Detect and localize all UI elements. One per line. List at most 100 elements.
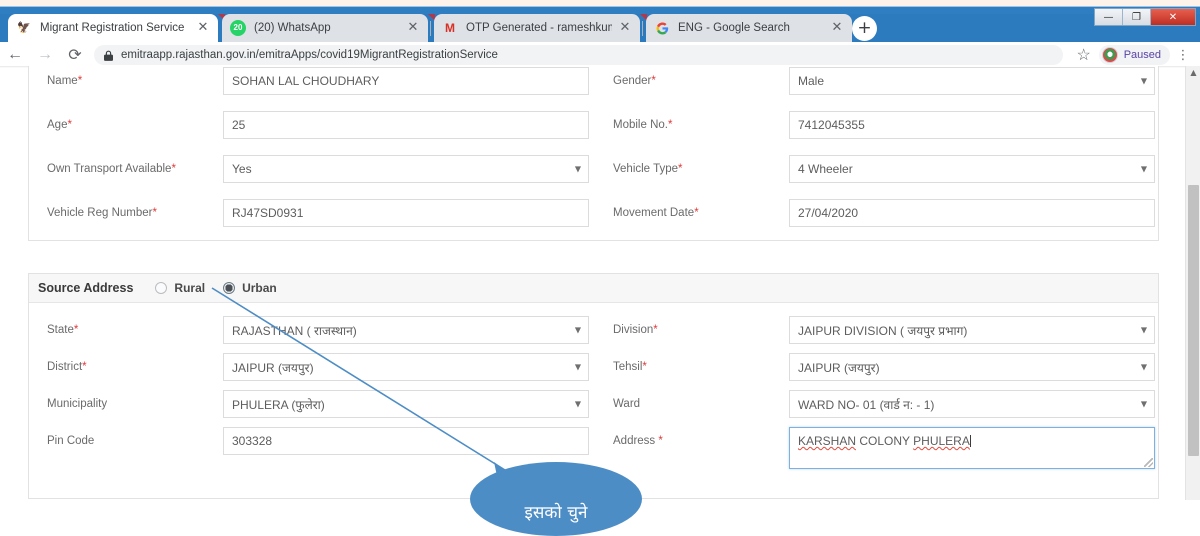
- field-label: Gender*: [613, 75, 656, 87]
- mobile-no-input[interactable]: 7412045355: [789, 111, 1155, 139]
- gmail-favicon: M: [445, 21, 455, 35]
- address-bar-url: emitraapp.rajasthan.gov.in/emitraApps/co…: [121, 49, 498, 61]
- chevron-down-icon: ▼: [574, 399, 581, 409]
- form-row: Age* 25 Mobile No.* 7412045355: [29, 111, 1160, 155]
- state-select[interactable]: RAJASTHAN ( राजस्थान) ▼: [223, 316, 589, 344]
- age-input[interactable]: 25: [223, 111, 589, 139]
- field-name: Name* SOHAN LAL CHOUDHARY: [29, 67, 595, 111]
- scrollbar-thumb[interactable]: [1188, 185, 1199, 456]
- field-label: State*: [47, 324, 79, 336]
- chevron-down-icon: ▼: [1140, 76, 1147, 86]
- browser-tab-otp-generated[interactable]: M OTP Generated - rameshkumawa ✕: [434, 14, 640, 42]
- browser-tab-migrant-registration-service[interactable]: 🦅 Migrant Registration Service ✕: [8, 14, 218, 42]
- state-select-value: RAJASTHAN ( राजस्थान): [232, 323, 357, 338]
- google-favicon: [654, 20, 670, 36]
- vehicle-type-select[interactable]: 4 Wheeler ▼: [789, 155, 1155, 183]
- tab-close-icon[interactable]: ✕: [618, 21, 632, 35]
- radio-urban-dot[interactable]: [223, 282, 236, 294]
- chevron-down-icon: ▼: [1140, 399, 1147, 409]
- browser-tab-whatsapp[interactable]: 20 (20) WhatsApp ✕: [222, 14, 428, 42]
- field-label: Ward: [613, 398, 641, 410]
- bookmark-star-icon[interactable]: ☆: [1071, 45, 1097, 65]
- radio-urban[interactable]: Urban: [223, 281, 277, 295]
- tab-title: ENG - Google Search: [678, 22, 790, 34]
- address-type-radio-group: Rural Urban: [155, 281, 294, 295]
- own-transport-select[interactable]: Yes ▼: [223, 155, 589, 183]
- tehsil-select[interactable]: JAIPUR (जयपुर) ▼: [789, 353, 1155, 381]
- field-label: Tehsil*: [613, 361, 647, 373]
- form-row: Name* SOHAN LAL CHOUDHARY Gender* Male ▼: [29, 67, 1160, 111]
- chevron-down-icon: ▼: [1140, 164, 1147, 174]
- district-select-value: JAIPUR (जयपुर): [232, 360, 314, 375]
- avatar: [1101, 47, 1118, 63]
- profile-chip[interactable]: Paused: [1098, 45, 1170, 65]
- page-viewport: Name* SOHAN LAL CHOUDHARY Gender* Male ▼ …: [0, 66, 1200, 500]
- browser-tabstrip: 🦅 Migrant Registration Service ✕ 20 (20)…: [0, 14, 1200, 42]
- new-tab-button[interactable]: +: [852, 16, 877, 41]
- ward-select-value: WARD NO- 01 (वार्ड न: - 1): [798, 397, 935, 412]
- pin-code-input[interactable]: 303328: [223, 427, 589, 455]
- source-address-panel: Source Address Rural Urban State* RAJAST…: [28, 273, 1159, 499]
- browser-tab-eng-google-search[interactable]: ENG - Google Search ✕: [646, 14, 852, 42]
- radio-rural-dot[interactable]: [155, 282, 168, 294]
- municipality-select[interactable]: PHULERA (फुलेरा) ▼: [223, 390, 589, 418]
- reload-icon[interactable]: ⟳: [60, 42, 90, 68]
- district-select[interactable]: JAIPUR (जयपुर) ▼: [223, 353, 589, 381]
- site-favicon: 🦅: [17, 21, 31, 34]
- field-own-transport: Own Transport Available* Yes ▼: [29, 155, 595, 199]
- municipality-select-value: PHULERA (फुलेरा): [232, 397, 325, 412]
- maximize-button[interactable]: ❐: [1123, 9, 1151, 25]
- resize-grip-icon[interactable]: [1144, 458, 1153, 467]
- radio-rural-label: Rural: [174, 281, 206, 295]
- field-movement-date: Movement Date* 27/04/2020: [595, 199, 1160, 243]
- page-scrollbar[interactable]: ▲: [1185, 66, 1200, 500]
- personal-details-panel: Name* SOHAN LAL CHOUDHARY Gender* Male ▼ …: [28, 66, 1159, 241]
- ward-select[interactable]: WARD NO- 01 (वार्ड न: - 1) ▼: [789, 390, 1155, 418]
- chevron-down-icon: ▼: [1140, 362, 1147, 372]
- field-vehicle-type: Vehicle Type* 4 Wheeler ▼: [595, 155, 1160, 199]
- field-label: Movement Date*: [613, 207, 699, 219]
- vehicle-reg-number-input[interactable]: RJ47SD0931: [223, 199, 589, 227]
- tab-close-icon[interactable]: ✕: [406, 21, 420, 35]
- radio-rural[interactable]: Rural: [155, 281, 205, 295]
- minimize-button[interactable]: —: [1095, 9, 1123, 25]
- field-age: Age* 25: [29, 111, 595, 155]
- chevron-down-icon: ▼: [574, 164, 581, 174]
- name-input[interactable]: SOHAN LAL CHOUDHARY: [223, 67, 589, 95]
- back-icon[interactable]: ←: [0, 42, 30, 68]
- forward-icon[interactable]: →: [30, 42, 60, 68]
- field-label: Mobile No.*: [613, 119, 673, 131]
- form-row: Own Transport Available* Yes ▼ Vehicle Ty…: [29, 155, 1160, 199]
- field-label: Division*: [613, 324, 658, 336]
- chrome-menu-icon[interactable]: ⋮: [1172, 49, 1194, 62]
- gender-select[interactable]: Male ▼: [789, 67, 1155, 95]
- division-select[interactable]: JAIPUR DIVISION ( जयपुर प्रभाग) ▼: [789, 316, 1155, 344]
- address-bar[interactable]: emitraapp.rajasthan.gov.in/emitraApps/co…: [94, 45, 1063, 65]
- chevron-down-icon: ▼: [574, 362, 581, 372]
- field-label: District*: [47, 361, 87, 373]
- panel-title: Source Address: [38, 281, 134, 295]
- close-button[interactable]: ✕: [1151, 9, 1195, 25]
- field-label: Age*: [47, 119, 72, 131]
- tab-separator: [430, 20, 431, 36]
- form-row: Vehicle Reg Number* RJ47SD0931 Movement …: [29, 199, 1160, 243]
- toolbar-right-actions: ☆ Paused ⋮: [1071, 45, 1200, 65]
- field-label: Address *: [613, 435, 663, 447]
- tab-close-icon[interactable]: ✕: [830, 21, 844, 35]
- mobile-no-input-value: 7412045355: [798, 118, 865, 132]
- movement-date-input[interactable]: 27/04/2020: [789, 199, 1155, 227]
- address-textarea[interactable]: KARSHAN COLONY PHULERA: [789, 427, 1155, 469]
- vehicle-reg-number-value: RJ47SD0931: [232, 206, 304, 220]
- field-label: Vehicle Type*: [613, 163, 683, 175]
- pin-code-value: 303328: [232, 434, 273, 448]
- tab-title: (20) WhatsApp: [254, 22, 331, 34]
- scroll-up-arrow-icon[interactable]: ▲: [1186, 68, 1200, 77]
- radio-urban-label: Urban: [242, 281, 277, 295]
- window-controls: — ❐ ✕: [1094, 8, 1196, 26]
- field-label: Pin Code: [47, 435, 95, 447]
- form-row: Pin Code 303328 Address * KARSHAN COLONY…: [29, 427, 1160, 477]
- chevron-down-icon: ▼: [574, 325, 581, 335]
- movement-date-value: 27/04/2020: [798, 206, 859, 220]
- age-input-value: 25: [232, 118, 246, 132]
- tab-close-icon[interactable]: ✕: [196, 21, 210, 35]
